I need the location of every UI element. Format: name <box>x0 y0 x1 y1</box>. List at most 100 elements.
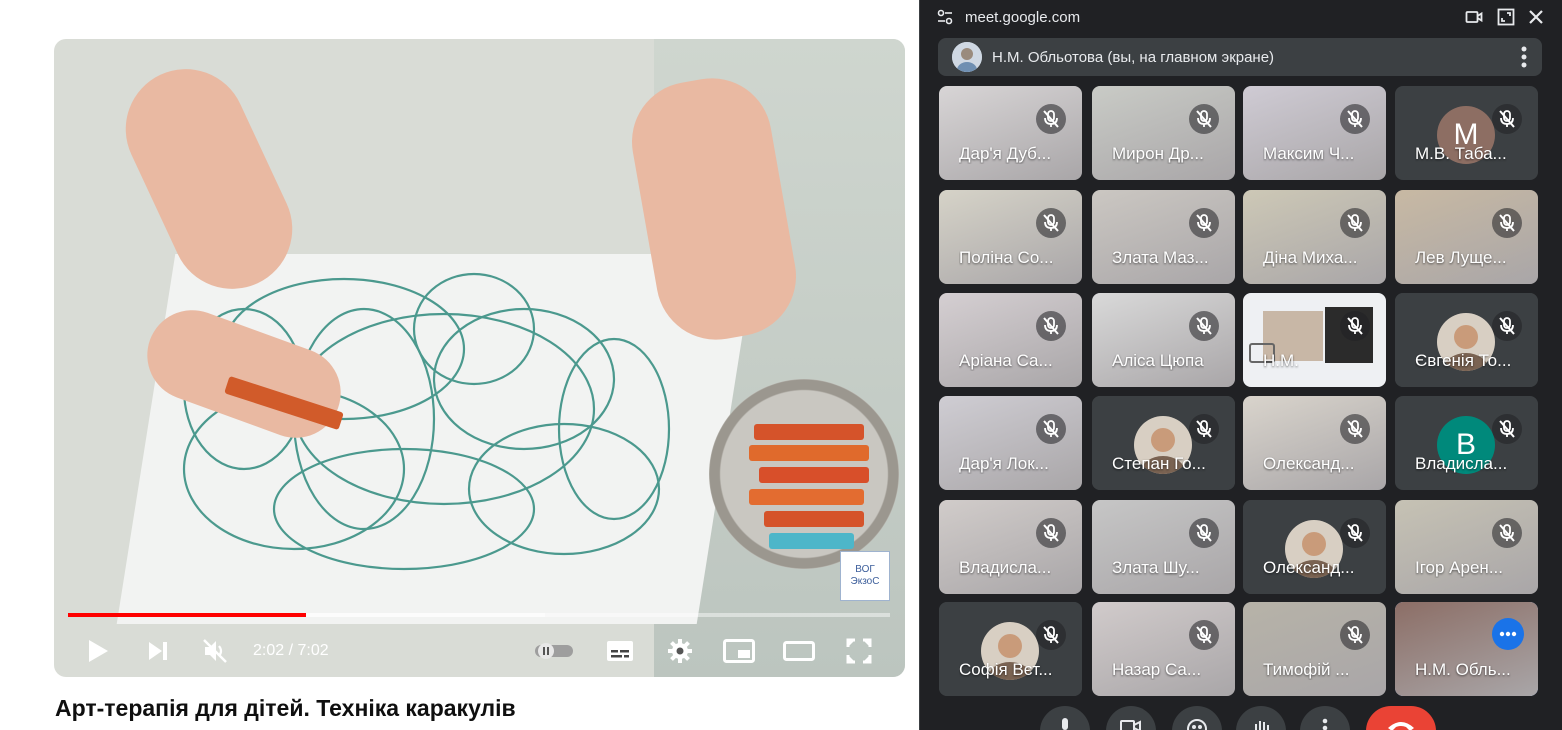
participant-name: Аріана Са... <box>959 351 1053 370</box>
participant-tile[interactable]: Лев Луще... <box>1395 190 1538 284</box>
participant-video <box>1092 86 1235 180</box>
volume-muted-icon <box>203 639 227 663</box>
presenter-more-button[interactable] <box>1506 38 1542 76</box>
participant-tile[interactable]: Владисла... <box>939 500 1082 594</box>
participant-tile[interactable]: Мирон Др... <box>1092 86 1235 180</box>
mic-off-icon <box>1189 620 1219 650</box>
more-options-button[interactable] <box>1300 706 1350 730</box>
mic-off-icon <box>1492 311 1522 341</box>
participant-name: Ігор Арен... <box>1415 558 1503 577</box>
video-frame[interactable]: ВОГ ЭкзоС <box>54 39 905 677</box>
mute-button[interactable] <box>199 629 231 673</box>
reactions-button[interactable] <box>1172 706 1222 730</box>
participant-tile[interactable]: Олександ... <box>1243 500 1386 594</box>
next-icon <box>149 642 167 660</box>
participant-tile[interactable]: B Владисла... <box>1395 396 1538 490</box>
mic-off-icon <box>1340 311 1370 341</box>
participant-name: Мирон Др... <box>1112 144 1204 163</box>
camera-button[interactable] <box>1106 706 1156 730</box>
participant-tile[interactable]: Злата Шу... <box>1092 500 1235 594</box>
participant-tile[interactable]: Дар'я Лок... <box>939 396 1082 490</box>
participant-video <box>1243 190 1386 284</box>
participant-name: Н.М. Обль... <box>1415 660 1511 679</box>
participant-video <box>939 500 1082 594</box>
progress-bar[interactable] <box>68 613 890 617</box>
video-watermark-logo: ВОГ ЭкзоС <box>840 551 890 601</box>
next-button[interactable] <box>142 629 174 673</box>
miniplayer-button[interactable] <box>722 629 756 673</box>
participant-video <box>1092 602 1235 696</box>
participant-tile[interactable]: Аріана Са... <box>939 293 1082 387</box>
participant-tile[interactable]: Євгенія То... <box>1395 293 1538 387</box>
mic-off-icon <box>1036 104 1066 134</box>
play-icon <box>89 640 108 662</box>
participant-name: Степан Го... <box>1112 454 1206 473</box>
participant-tile[interactable]: Степан Го... <box>1092 396 1235 490</box>
camera-window-icon[interactable] <box>1465 8 1483 26</box>
progress-played <box>68 613 306 617</box>
fullscreen-button[interactable] <box>844 629 874 673</box>
participant-tile[interactable]: Поліна Со... <box>939 190 1082 284</box>
settings-button[interactable] <box>664 629 696 673</box>
participant-tile[interactable]: Софія Вєт... <box>939 602 1082 696</box>
player-controls: 2:02 / 7:02 <box>54 629 905 673</box>
video-player[interactable]: ВОГ ЭкзоС 2:02 / 7:02 <box>54 39 905 677</box>
participant-video <box>1395 190 1538 284</box>
video-title: Арт-терапія для дітей. Техніка каракулів <box>55 695 516 721</box>
participant-video <box>1092 293 1235 387</box>
participant-tile[interactable]: Діна Миха... <box>1243 190 1386 284</box>
site-settings-icon[interactable] <box>936 8 954 26</box>
participant-tile[interactable]: Назар Са... <box>1092 602 1235 696</box>
end-call-button[interactable] <box>1366 706 1436 730</box>
participant-tile[interactable]: Н.М. Обль... <box>1395 602 1538 696</box>
theater-mode-button[interactable] <box>782 629 816 673</box>
mic-off-icon <box>1340 104 1370 134</box>
mic-off-icon <box>1036 518 1066 548</box>
scribble-drawing <box>182 272 671 571</box>
fullscreen-icon <box>846 638 872 664</box>
presenter-avatar <box>952 42 982 72</box>
raise-hand-button[interactable] <box>1236 706 1286 730</box>
participant-tile[interactable]: M М.В. Таба... <box>1395 86 1538 180</box>
mic-off-icon <box>1036 620 1066 650</box>
close-icon[interactable] <box>1527 8 1545 26</box>
autoplay-toggle[interactable] <box>532 629 576 673</box>
subtitles-button[interactable] <box>604 629 636 673</box>
participant-tile[interactable]: Злата Маз... <box>1092 190 1235 284</box>
participant-name: Аліса Цюпа <box>1112 351 1204 370</box>
play-button[interactable] <box>82 629 114 673</box>
gear-icon <box>668 639 692 663</box>
watermark-text: ВОГ ЭкзоС <box>850 564 880 587</box>
participant-video <box>1092 500 1235 594</box>
mic-off-icon <box>1189 311 1219 341</box>
mic-off-icon <box>1036 311 1066 341</box>
emoji-icon <box>1187 719 1207 730</box>
participant-tile[interactable]: Олександ... <box>1243 396 1386 490</box>
participant-name: Євгенія То... <box>1415 351 1512 370</box>
theater-mode-icon <box>783 641 815 661</box>
participant-tile[interactable]: Н.М. <box>1243 293 1386 387</box>
participant-tile[interactable]: Аліса Цюпа <box>1092 293 1235 387</box>
raise-hand-icon <box>1255 721 1269 730</box>
participant-name: Назар Са... <box>1112 660 1202 679</box>
mic-off-icon <box>1189 208 1219 238</box>
participant-tile[interactable]: Тимофій ... <box>1243 602 1386 696</box>
presenter-banner[interactable]: Н.М. Обльотова (вы, на главном экране) <box>938 38 1542 76</box>
video-crayon-tin <box>709 379 899 569</box>
mic-icon <box>1062 718 1068 730</box>
participant-tile[interactable]: Дар'я Дуб... <box>939 86 1082 180</box>
mic-button[interactable] <box>1040 706 1090 730</box>
more-horiz-icon <box>1499 631 1517 637</box>
participant-name: Владисла... <box>959 558 1052 577</box>
participant-video <box>939 293 1082 387</box>
more-vert-icon <box>1521 46 1527 68</box>
mic-off-icon <box>1189 518 1219 548</box>
participant-video <box>1243 293 1386 387</box>
meet-call-controls <box>920 700 1562 730</box>
participant-tile[interactable]: Ігор Арен... <box>1395 500 1538 594</box>
meet-titlebar: meet.google.com <box>920 0 1562 34</box>
participant-more-button[interactable] <box>1492 618 1524 650</box>
participant-tile[interactable]: Максим Ч... <box>1243 86 1386 180</box>
expand-window-icon[interactable] <box>1497 8 1515 26</box>
participant-video <box>1395 500 1538 594</box>
